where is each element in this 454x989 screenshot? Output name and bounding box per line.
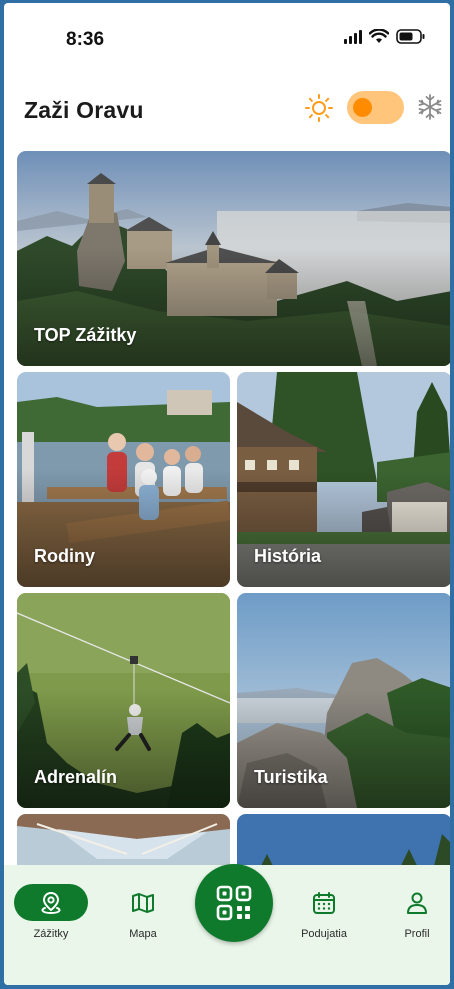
app-screen: 8:36 Zaži Oravu TOP Zážitky Rodiny Histó…	[4, 3, 450, 985]
category-label: Turistika	[254, 767, 328, 787]
location-pin-icon	[41, 891, 61, 914]
category-card-historia[interactable]: História	[237, 372, 450, 587]
snowflake-icon[interactable]	[415, 92, 445, 122]
category-label: TOP Zážitky	[34, 325, 137, 345]
category-card-turistika[interactable]: Turistika	[237, 593, 450, 808]
sun-icon[interactable]	[304, 93, 334, 123]
nav-label: Profil	[404, 928, 430, 940]
battery-icon	[396, 29, 426, 44]
qr-scan-button[interactable]	[195, 864, 273, 942]
user-icon	[407, 892, 427, 914]
category-card-adrenalin[interactable]: Adrenalín	[17, 593, 230, 808]
status-time: 8:36	[66, 29, 105, 50]
nav-label: Podujatia	[301, 928, 347, 940]
category-card-rodiny[interactable]: Rodiny	[17, 372, 230, 587]
category-label: Adrenalín	[34, 767, 118, 787]
nav-item-mapa[interactable]: Mapa	[100, 865, 186, 960]
category-card-top-zazitky[interactable]: TOP Zážitky	[17, 151, 450, 366]
season-toggle[interactable]	[347, 91, 404, 124]
nav-label: Mapa	[129, 928, 157, 940]
app-header: Zaži Oravu	[4, 81, 450, 147]
nav-item-profil[interactable]: Profil	[374, 865, 450, 960]
nav-item-podujatia[interactable]: Podujatia	[281, 865, 367, 960]
status-bar: 8:36	[4, 3, 450, 81]
nav-item-zazitky[interactable]: Zážitky	[8, 865, 94, 960]
season-toggle-knob	[353, 98, 372, 117]
calendar-icon	[313, 891, 335, 914]
category-label: História	[254, 546, 322, 566]
app-title: Zaži Oravu	[24, 97, 144, 123]
signal-icon	[344, 29, 362, 44]
qr-code-icon	[216, 885, 252, 921]
category-label: Rodiny	[34, 546, 95, 566]
wifi-icon	[369, 29, 389, 44]
map-icon	[132, 892, 154, 913]
status-icons	[344, 29, 426, 44]
nav-label: Zážitky	[33, 928, 69, 940]
